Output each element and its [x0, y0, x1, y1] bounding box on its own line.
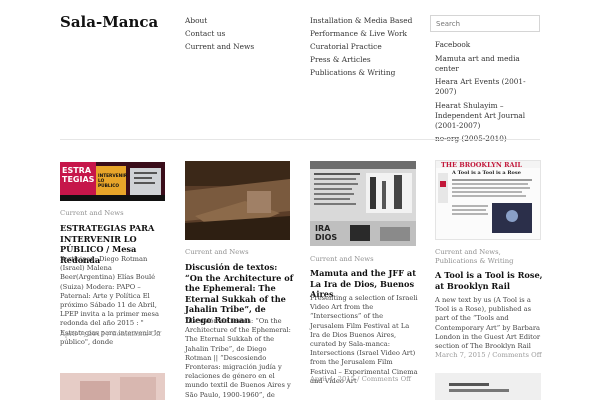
menu-item-installation[interactable]: Installation & Media Based: [310, 14, 412, 27]
menu-item-publications[interactable]: Publications & Writing: [310, 66, 412, 79]
post-date[interactable]: March 7, 2015: [435, 351, 486, 359]
secondary-menu: Installation & Media Based Performance &…: [310, 14, 412, 79]
post-comments: Comments Off: [492, 351, 542, 359]
menu-item-curatorial[interactable]: Curatorial Practice: [310, 40, 412, 53]
link-heara[interactable]: Heara Art Events (2001-2007): [435, 77, 545, 97]
post-category[interactable]: Current and News, Publications & Writing: [435, 248, 545, 266]
post-date[interactable]: April 4, 2015: [310, 375, 355, 383]
post-meta: March 7, 2015 / Comments Off: [435, 351, 542, 360]
menu-item-performance[interactable]: Performance & Live Work: [310, 27, 412, 40]
poster-text: TEGIAS: [62, 175, 95, 184]
menu-item-about[interactable]: About: [185, 14, 254, 27]
post-thumbnail[interactable]: [60, 373, 165, 400]
post-category[interactable]: Current and News: [185, 248, 295, 257]
link-facebook[interactable]: Facebook: [435, 40, 545, 50]
post-excerpt: A new text by us (A Tool is a Tool is a …: [435, 296, 541, 351]
post-meta: April 4, 2015 / Comments Off: [310, 375, 411, 384]
sukkah-photo: [185, 161, 290, 240]
post-category[interactable]: Current and News: [60, 209, 170, 218]
poster-text: THE BROOKLYN RAIL: [441, 161, 523, 169]
poster-text: IRA: [315, 224, 331, 233]
meta-separator: /: [357, 375, 360, 383]
post-thumbnail[interactable]: IRA DIOS: [310, 161, 416, 246]
thumbnail-image: [435, 373, 541, 400]
header-divider: [60, 139, 540, 140]
post-category[interactable]: Current and News: [310, 255, 420, 264]
poster-text: INTERVENIR LO PÚBLICO: [98, 174, 128, 189]
post-excerpt: Presenting a selection of Israeli Video …: [310, 294, 418, 385]
post-title[interactable]: Discusión de textos: “On the Architectur…: [185, 262, 295, 325]
menu-item-contact[interactable]: Contact us: [185, 27, 254, 40]
post-date[interactable]: April 7, 2015: [60, 330, 105, 338]
post-thumbnail[interactable]: THE BROOKLYN RAIL A Tool is a Tool is a …: [435, 160, 541, 240]
post-meta: April 7, 2015 / Comments Off: [60, 330, 161, 339]
meta-separator: /: [487, 351, 491, 359]
link-mamuta[interactable]: Mamuta art and media center: [435, 54, 545, 74]
post-excerpt: Discusión de textos: “On the Architectur…: [185, 317, 291, 399]
post-thumbnail[interactable]: [435, 373, 541, 400]
external-links: Facebook Mamuta art and media center Hea…: [435, 40, 545, 148]
post-title[interactable]: A Tool is a Tool is Rose, at Brooklyn Ra…: [435, 270, 543, 291]
post-thumbnail[interactable]: ESTRA TEGIAS INTERVENIR LO PÚBLICO: [60, 162, 165, 201]
post-comments: Comments Off: [361, 375, 411, 383]
menu-item-press[interactable]: Press & Articles: [310, 53, 412, 66]
meta-separator: /: [107, 330, 110, 338]
primary-menu: About Contact us Current and News: [185, 14, 254, 53]
poster-text: DIOS: [315, 233, 338, 242]
post-comments: Comments Off: [111, 330, 161, 338]
post-thumbnail[interactable]: [185, 161, 290, 240]
link-hearat-shulayim[interactable]: Hearat Shulayim – Independent Art Journa…: [435, 101, 545, 131]
search-input[interactable]: [430, 15, 540, 32]
poster-text: ESTRA: [62, 166, 92, 175]
site-title[interactable]: Sala-Manca: [60, 13, 158, 31]
poster-text: A Tool is a Tool is a Rose: [452, 170, 521, 176]
menu-item-current-news[interactable]: Current and News: [185, 40, 254, 53]
thumbnail-image: [60, 373, 165, 400]
